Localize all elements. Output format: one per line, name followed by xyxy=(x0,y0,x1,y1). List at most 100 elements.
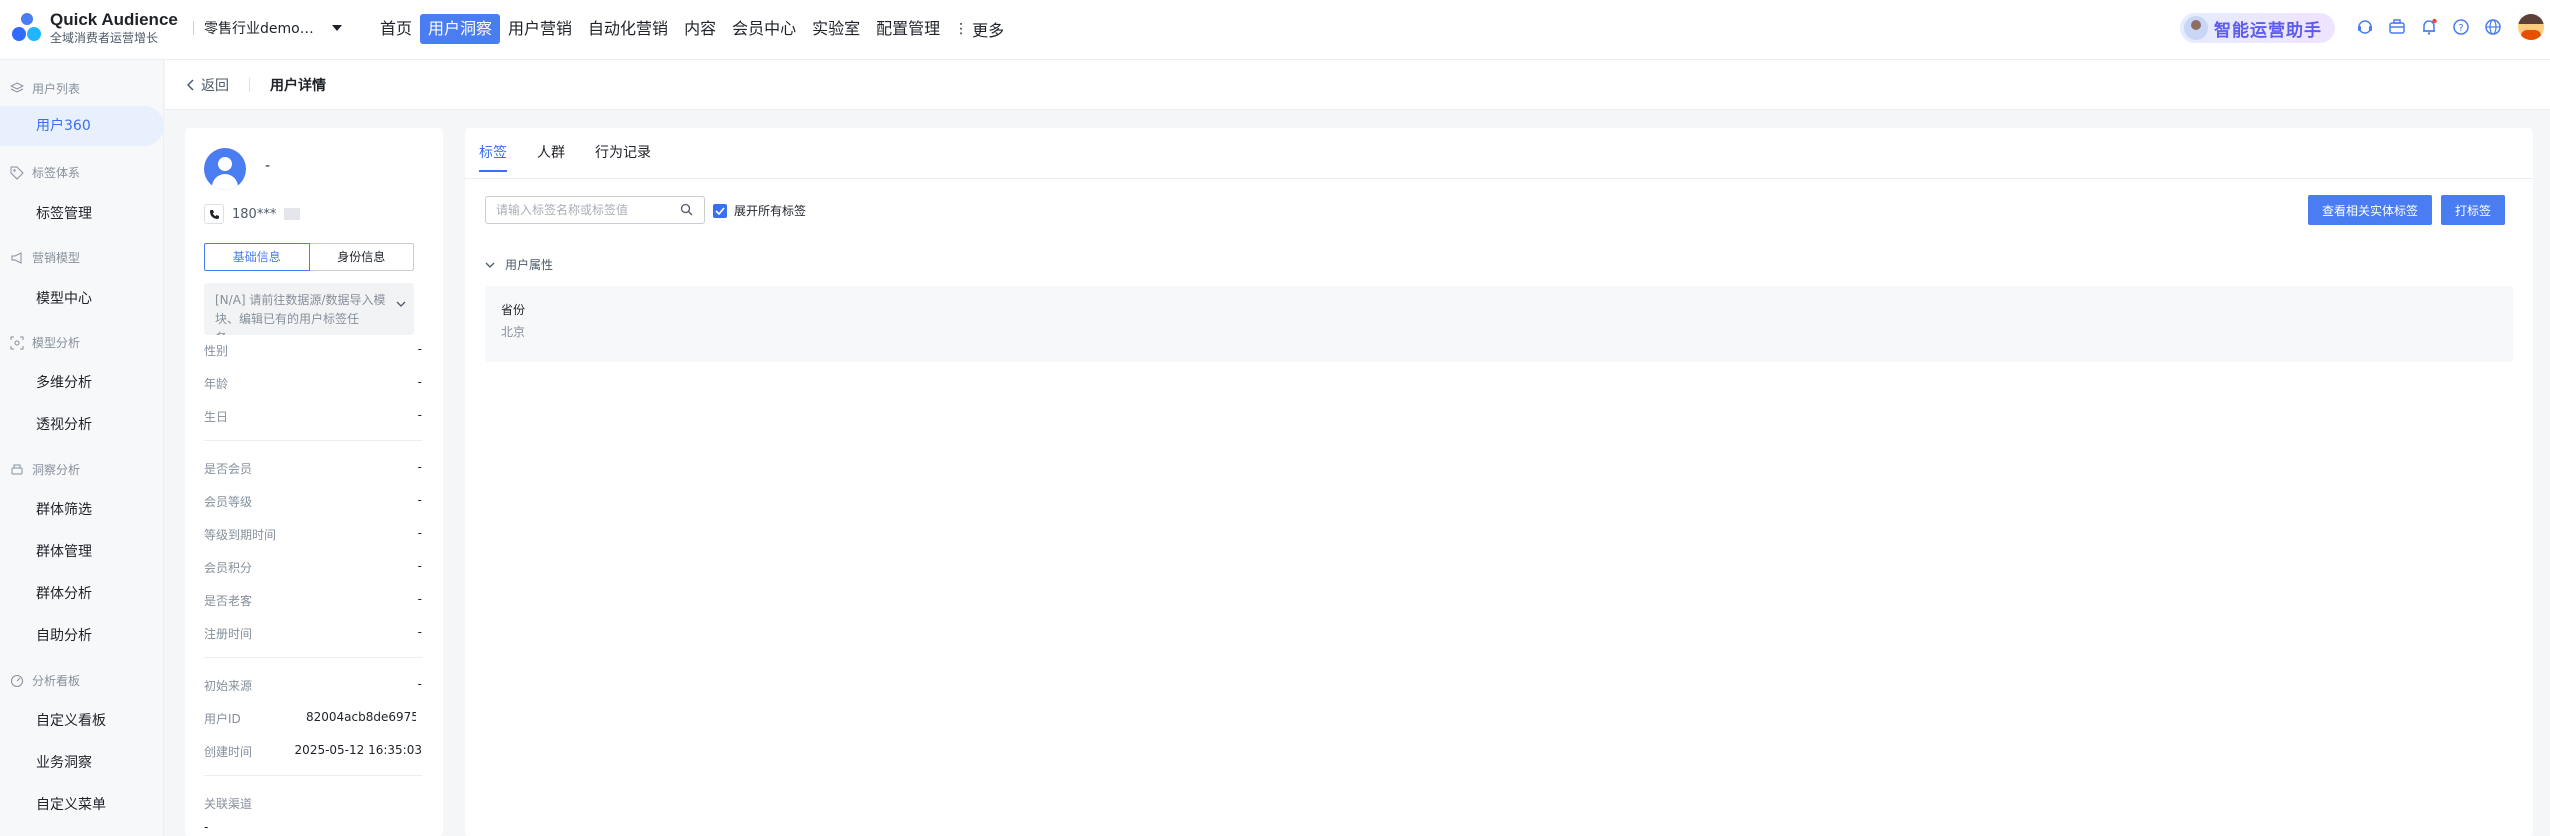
headset-icon[interactable] xyxy=(2356,18,2374,36)
sidebar-group-label: 营销模型 xyxy=(32,251,81,265)
nav-item-member-center[interactable]: 会员中心 xyxy=(724,14,804,44)
nav-item-lab[interactable]: 实验室 xyxy=(804,14,868,44)
divider xyxy=(249,77,250,92)
field-initial-source: 初始来源 - xyxy=(204,677,422,694)
field-user-id: 用户ID 82004acb8de6975 xyxy=(204,710,422,727)
field-value: 2025-05-12 16:35:03 xyxy=(294,743,422,757)
nav-item-user-marketing[interactable]: 用户营销 xyxy=(500,14,580,44)
field-value: - xyxy=(417,559,422,573)
sidebar-item-custom-dashboard[interactable]: 自定义看板 xyxy=(36,710,106,730)
megaphone-icon xyxy=(11,251,22,264)
field-label: 性别 xyxy=(204,344,229,358)
search-icon[interactable] xyxy=(680,203,693,216)
user-avatar-icon xyxy=(204,148,246,190)
field-value: - xyxy=(417,625,422,639)
phone-icon xyxy=(204,204,224,224)
sidebar-group-label: 分析看板 xyxy=(32,674,81,688)
section-user-attributes[interactable]: 用户属性 xyxy=(485,256,553,273)
sidebar-item-self-analysis[interactable]: 自助分析 xyxy=(36,625,92,645)
sidebar-group-dashboard: 分析看板 xyxy=(10,672,80,689)
field-label: 注册时间 xyxy=(204,627,253,641)
org-switcher[interactable]: 零售行业demo… xyxy=(193,18,342,38)
field-value: - xyxy=(417,592,422,606)
phone-number: 180*** xyxy=(232,206,277,222)
profile-card: - 180*** 基础信息 身份信息 [N/A] 请前往数据源/数据导入模块、编… xyxy=(185,128,443,836)
globe-icon[interactable] xyxy=(2484,18,2502,36)
brand[interactable]: Quick Audience 全域消费者运营增长 xyxy=(12,10,178,46)
sidebar-item-model-center[interactable]: 模型中心 xyxy=(36,288,92,308)
field-member-points: 会员积分 - xyxy=(204,559,422,576)
field-label: 会员积分 xyxy=(204,561,253,575)
field-label: 初始来源 xyxy=(204,679,253,693)
back-button[interactable]: 返回 xyxy=(187,75,229,95)
tag-user-button[interactable]: 打标签 xyxy=(2441,195,2506,225)
help-icon[interactable]: ? xyxy=(2452,18,2470,36)
sidebar-item-tag-management[interactable]: 标签管理 xyxy=(36,203,92,223)
nav-item-automation[interactable]: 自动化营销 xyxy=(580,14,676,44)
sidebar-item-multidim-analysis[interactable]: 多维分析 xyxy=(36,372,92,392)
attribute-card: 省份 北京 xyxy=(485,286,2513,362)
expand-all-label: 展开所有标签 xyxy=(734,204,807,218)
bell-icon[interactable] xyxy=(2420,18,2438,36)
profile-name: - xyxy=(265,158,271,174)
top-nav-bar: Quick Audience 全域消费者运营增长 零售行业demo… 首页 用户… xyxy=(0,0,2550,60)
checkbox-checked-icon xyxy=(713,203,727,218)
divider xyxy=(193,21,194,35)
sidebar-group-tag-system: 标签体系 xyxy=(10,164,80,181)
expand-all-tags-checkbox[interactable]: 展开所有标签 xyxy=(713,202,806,219)
masked-digits xyxy=(284,208,301,220)
tab-tags[interactable]: 标签 xyxy=(479,128,507,178)
nav-item-content[interactable]: 内容 xyxy=(676,14,724,44)
briefcase-icon[interactable] xyxy=(2388,18,2406,36)
attribute-name: 省份 xyxy=(501,303,526,317)
assistant-avatar-icon xyxy=(2184,16,2208,40)
layers-icon xyxy=(10,81,24,93)
data-source-note[interactable]: [N/A] 请前往数据源/数据导入模块、编辑已有的用户标签任务、… xyxy=(204,283,414,335)
tab-basic-info[interactable]: 基础信息 xyxy=(204,243,310,271)
nav-more-label: 更多 xyxy=(972,21,1005,40)
chevron-down-icon xyxy=(396,301,406,307)
tab-identity-info[interactable]: 身份信息 xyxy=(309,243,414,271)
field-label: 会员等级 xyxy=(204,495,253,509)
field-is-member: 是否会员 - xyxy=(204,460,422,477)
note-text: [N/A] 请前往数据源/数据导入模块、编辑已有的用户标签任务、… xyxy=(215,293,386,335)
field-label: 关联渠道 xyxy=(204,797,253,811)
caret-down-icon xyxy=(331,25,342,31)
sidebar-item-pivot-analysis[interactable]: 透视分析 xyxy=(36,414,92,434)
divider xyxy=(204,657,422,658)
view-related-entity-tags-button[interactable]: 查看相关实体标签 xyxy=(2308,195,2433,225)
nav-item-home[interactable]: 首页 xyxy=(372,14,420,44)
sidebar-item-group-management[interactable]: 群体管理 xyxy=(36,541,92,561)
brand-title: Quick Audience xyxy=(50,10,178,29)
back-label: 返回 xyxy=(201,77,229,94)
tag-search-input[interactable] xyxy=(485,196,705,224)
user-avatar[interactable] xyxy=(2518,14,2544,40)
tag-icon xyxy=(10,166,24,180)
tab-crowd[interactable]: 人群 xyxy=(537,128,565,178)
svg-text:?: ? xyxy=(2458,23,2463,34)
sidebar-group-model-analysis: 模型分析 xyxy=(10,334,80,351)
nav-item-config[interactable]: 配置管理 xyxy=(868,14,948,44)
profile-tabs: 基础信息 身份信息 xyxy=(204,243,414,271)
field-value: 82004acb8de6975 xyxy=(306,710,416,724)
field-value: - xyxy=(417,342,422,356)
sidebar-item-business-insight[interactable]: 业务洞察 xyxy=(36,752,92,772)
field-channel-value: - xyxy=(204,820,422,834)
sidebar-group-user-list: 用户列表 xyxy=(10,80,80,97)
sidebar-item-group-analysis[interactable]: 群体分析 xyxy=(36,583,92,603)
tab-behavior-records[interactable]: 行为记录 xyxy=(595,128,651,178)
divider xyxy=(204,440,422,441)
nav-item-user-insight[interactable]: 用户洞察 xyxy=(420,14,501,44)
quick-audience-logo-icon xyxy=(12,13,42,43)
sidebar-item-group-filter[interactable]: 群体筛选 xyxy=(36,499,92,519)
divider xyxy=(465,178,2533,179)
field-label: 是否会员 xyxy=(204,462,253,476)
gauge-icon xyxy=(11,674,23,687)
sidebar-item-custom-menu[interactable]: 自定义菜单 xyxy=(36,794,106,814)
field-create-time: 创建时间 2025-05-12 16:35:03 xyxy=(204,743,422,760)
field-value: - xyxy=(417,526,422,540)
ai-assistant-button[interactable]: 智能运营助手 xyxy=(2180,13,2335,43)
field-value: - xyxy=(417,493,422,507)
nav-more[interactable]: ⋮ 更多 xyxy=(948,12,1010,46)
sidebar-item-user360[interactable]: 用户360 xyxy=(0,106,164,146)
